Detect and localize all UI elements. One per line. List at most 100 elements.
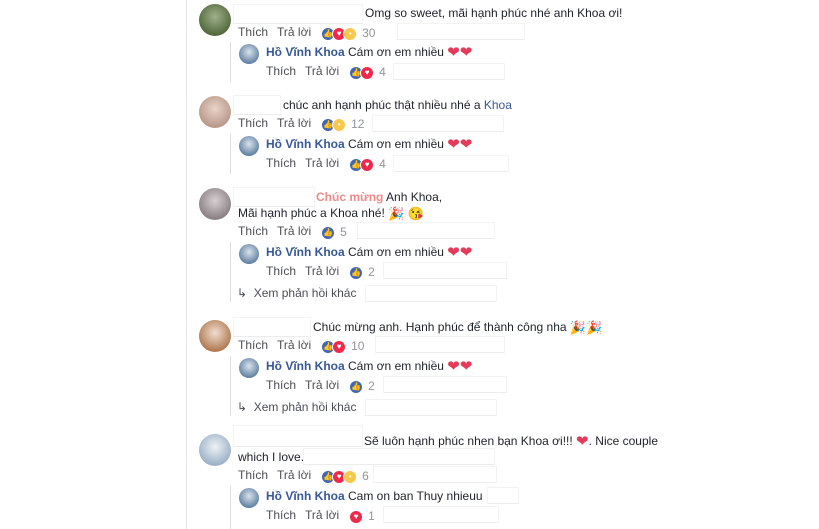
reaction-summary[interactable]: 👍 ♥ •	[321, 468, 358, 484]
reaction-count: 2	[368, 378, 375, 393]
redacted-block	[487, 487, 519, 504]
reply-thread-line	[230, 242, 231, 302]
reaction-summary[interactable]: 👍	[321, 224, 336, 240]
reply-link[interactable]: Trả lời	[305, 378, 339, 392]
redacted-name	[233, 4, 363, 24]
redacted-block	[372, 115, 504, 132]
comment-actions: Thích Trả lời 👍 ♥ • 6	[238, 467, 369, 484]
author-name[interactable]: Hồ Vĩnh Khoa	[266, 137, 345, 151]
reply-link[interactable]: Trả lời	[305, 264, 339, 278]
like-link[interactable]: Thích	[238, 468, 268, 482]
party-popper-icon: 🎉	[388, 205, 405, 221]
highlighted-text: Chúc mừng	[316, 190, 384, 204]
kiss-face-icon: 😘	[407, 205, 424, 221]
author-avatar[interactable]	[239, 488, 259, 508]
author-name[interactable]: Hồ Vĩnh Khoa	[266, 359, 345, 373]
reply-link[interactable]: Trả lời	[305, 508, 339, 522]
commenter-avatar[interactable]	[199, 188, 231, 220]
reaction-summary[interactable]: ♥	[349, 508, 364, 524]
author-avatar[interactable]	[239, 44, 259, 64]
commenter-avatar[interactable]	[199, 434, 231, 466]
reaction-count: 6	[362, 468, 369, 483]
reply-actions: Thích Trả lời 👍 ♥ 4	[266, 63, 386, 80]
reply-link[interactable]: Trả lời	[277, 25, 311, 39]
love-icon: ♥	[332, 339, 347, 354]
reply-link[interactable]: Trả lời	[305, 156, 339, 170]
redacted-block	[397, 23, 525, 40]
author-name[interactable]: Hồ Vĩnh Khoa	[266, 245, 345, 259]
reaction-summary[interactable]: 👍 ♥	[349, 156, 375, 172]
author-avatar[interactable]	[239, 244, 259, 264]
like-link[interactable]: Thích	[238, 25, 268, 39]
love-icon: ♥	[360, 157, 375, 172]
heart-icon: ❤❤	[447, 243, 473, 261]
author-avatar[interactable]	[239, 358, 259, 378]
reply-line: Hồ Vĩnh Khoa Cám ơn em nhiều ❤❤	[266, 44, 472, 61]
comment-text-line2: Mãi hạnh phúc a Khoa nhé! 🎉 😘	[238, 205, 424, 221]
reply-arrow-icon: ↳	[237, 286, 248, 300]
like-link[interactable]: Thích	[266, 156, 296, 170]
reaction-summary[interactable]: 👍 ♥	[349, 64, 375, 80]
wow-icon: •	[332, 117, 347, 132]
reply-text: Cám ơn em nhiều	[348, 137, 444, 151]
redacted-block	[393, 63, 505, 80]
reply-line: Hồ Vĩnh Khoa Cám ơn em nhiều ❤❤	[266, 358, 472, 375]
heart-icon: ❤❤	[447, 43, 473, 61]
heart-icon: ❤	[576, 432, 589, 450]
reaction-summary[interactable]: 👍	[349, 378, 364, 394]
like-link[interactable]: Thích	[238, 224, 268, 238]
author-avatar[interactable]	[239, 136, 259, 156]
reaction-count: 2	[368, 264, 375, 279]
author-name[interactable]: Hồ Vĩnh Khoa	[266, 489, 345, 503]
like-link[interactable]: Thích	[238, 116, 268, 130]
reaction-summary[interactable]: 👍	[349, 264, 364, 280]
like-link[interactable]: Thích	[238, 338, 268, 352]
love-icon: ♥	[360, 65, 375, 80]
reply-text: Cám ơn em nhiều	[348, 245, 444, 259]
reaction-summary[interactable]: 👍 •	[321, 116, 347, 132]
reply-actions: Thích Trả lời 👍 ♥ 4	[266, 155, 386, 172]
author-name[interactable]: Hồ Vĩnh Khoa	[266, 45, 345, 59]
wow-icon: •	[343, 26, 358, 41]
commenter-avatar[interactable]	[199, 96, 231, 128]
like-link[interactable]: Thích	[266, 508, 296, 522]
redacted-block	[357, 222, 495, 239]
party-popper-icon: 🎉🎉	[569, 319, 603, 335]
like-link[interactable]: Thích	[266, 264, 296, 278]
heart-icon: ❤❤	[447, 357, 473, 375]
commenter-avatar[interactable]	[199, 4, 231, 36]
redacted-block	[365, 399, 497, 416]
reply-link[interactable]: Trả lời	[305, 64, 339, 78]
comment-text: Chúc mừng anh. Hạnh phúc để thành công n…	[313, 319, 603, 335]
reaction-count: 1	[368, 508, 375, 523]
comment-actions: Thích Trả lời 👍 5	[238, 223, 347, 240]
reply-link[interactable]: Trả lời	[277, 468, 311, 482]
redacted-block	[303, 448, 495, 465]
redacted-block	[375, 336, 505, 353]
comment-actions: Thích Trả lời 👍 ♥ • 30	[238, 24, 375, 41]
reply-thread-line	[230, 486, 231, 529]
commenter-avatar[interactable]	[199, 320, 231, 352]
more-replies-link[interactable]: ↳ Xem phản hồi khác	[237, 399, 356, 415]
redacted-name	[233, 425, 363, 447]
redacted-name	[233, 317, 311, 337]
reply-thread-line	[230, 356, 231, 416]
tagged-name-link[interactable]: Khoa	[484, 98, 512, 112]
comment-text: Omg so sweet, mãi hạnh phúc nhé anh Khoa…	[365, 6, 623, 20]
reaction-summary[interactable]: 👍 ♥	[321, 338, 347, 354]
like-link[interactable]: Thích	[266, 64, 296, 78]
reply-line: Hồ Vĩnh Khoa Cám ơn em nhiều ❤❤	[266, 244, 472, 261]
reply-link[interactable]: Trả lời	[277, 224, 311, 238]
redacted-block	[373, 466, 497, 483]
more-replies-link[interactable]: ↳ Xem phản hồi khác	[237, 285, 356, 301]
reaction-count: 30	[362, 25, 376, 40]
reply-link[interactable]: Trả lời	[277, 338, 311, 352]
comment-text: Chúc mừng Anh Khoa,	[316, 190, 443, 204]
reply-thread-line	[230, 134, 231, 174]
reply-thread-line	[230, 42, 231, 82]
reply-link[interactable]: Trả lời	[277, 116, 311, 130]
redacted-block	[393, 155, 509, 172]
reply-line: Hồ Vĩnh Khoa Cam on ban Thuy nhieuu	[266, 488, 483, 504]
reaction-summary[interactable]: 👍 ♥ •	[321, 25, 358, 41]
like-link[interactable]: Thích	[266, 378, 296, 392]
